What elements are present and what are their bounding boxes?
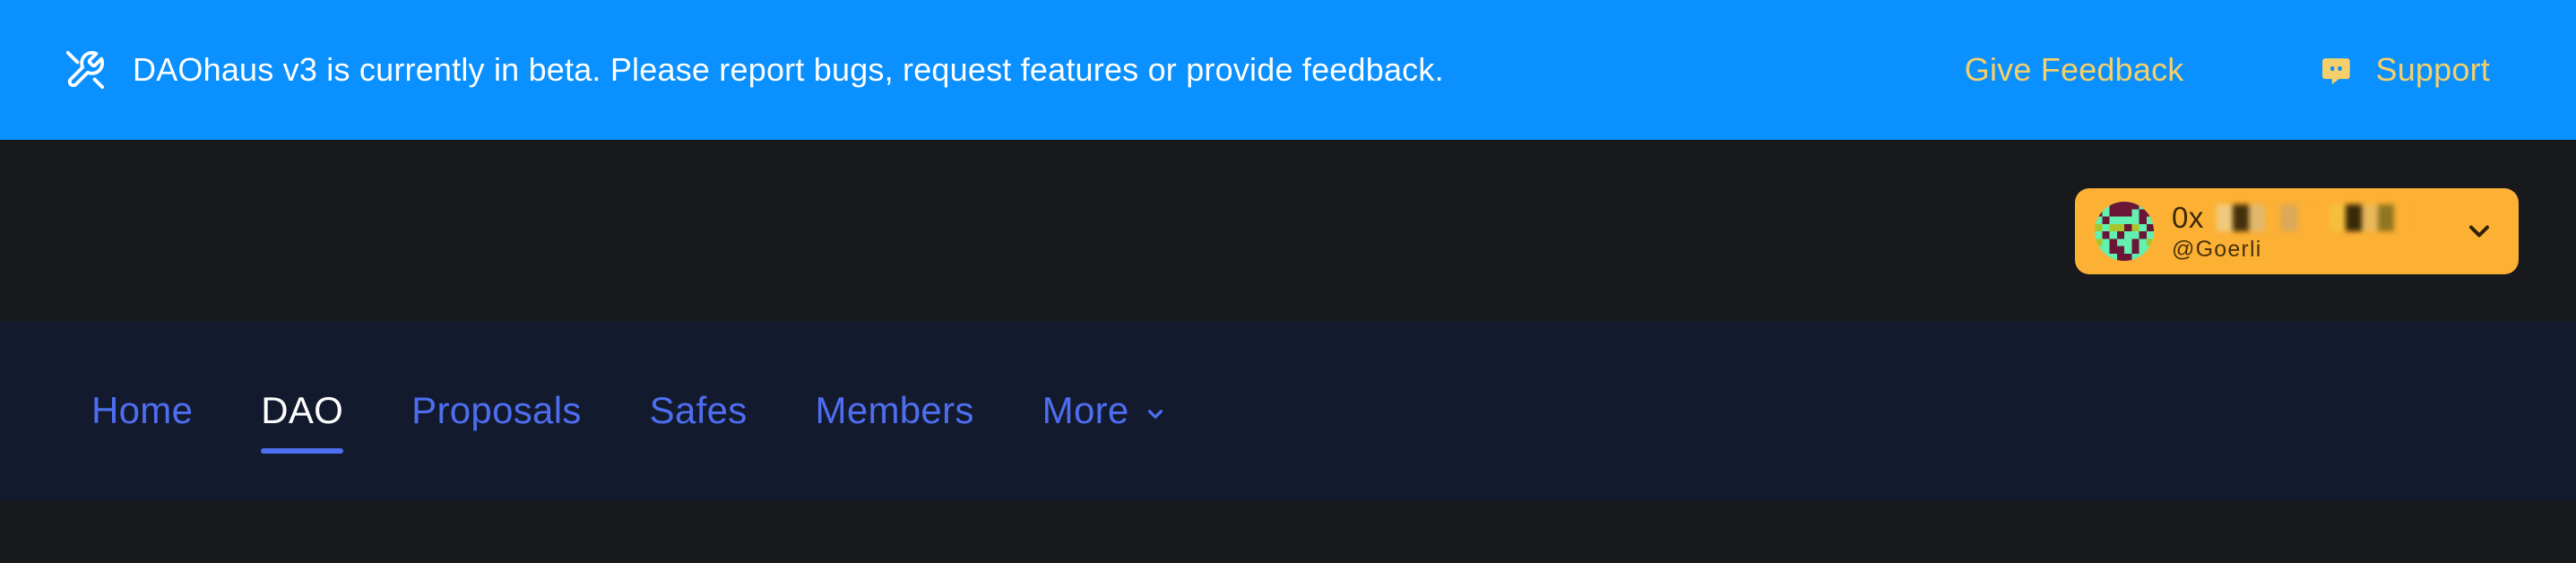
nav-item-dao[interactable]: DAO (227, 321, 377, 500)
nav-item-label: Home (91, 389, 194, 431)
banner-message-group: DAOhaus v3 is currently in beta. Please … (65, 49, 1444, 91)
wallet-network-label: @Goerli (2172, 236, 2262, 262)
nav-item-safes[interactable]: Safes (616, 321, 782, 500)
give-feedback-link[interactable]: Give Feedback (1965, 51, 2184, 89)
wallet-connect-chip[interactable]: 0x @Goerli (2075, 188, 2519, 274)
banner-actions: Give Feedback Support (1965, 0, 2490, 140)
wallet-address-prefix: 0x (2172, 200, 2204, 234)
blockie-avatar (2095, 202, 2154, 261)
chevron-down-icon[interactable] (2463, 215, 2495, 247)
chevron-down-icon (1147, 410, 1163, 419)
discord-icon (2321, 58, 2350, 85)
nav-item-label: Safes (649, 389, 748, 431)
nav-item-label: DAO (261, 389, 344, 431)
nav-item-more[interactable]: More (1008, 321, 1201, 500)
nav-item-label: Proposals (411, 389, 582, 431)
nav-item-list: Home DAO Proposals Safes Members More (57, 321, 1201, 500)
wallet-details: 0x @Goerli (2172, 201, 2463, 263)
page-content-area (0, 500, 2576, 563)
nav-item-label: More (1042, 389, 1129, 431)
nav-item-proposals[interactable]: Proposals (377, 321, 615, 500)
primary-nav: Home DAO Proposals Safes Members More (0, 321, 2576, 500)
wallet-address-row: 0x (2172, 201, 2463, 235)
nav-item-home[interactable]: Home (57, 321, 227, 500)
wallet-address-redacted (2216, 204, 2410, 231)
nav-item-members[interactable]: Members (782, 321, 1008, 500)
support-link[interactable]: Support (2319, 51, 2491, 89)
beta-banner: DAOhaus v3 is currently in beta. Please … (0, 0, 2576, 140)
banner-message: DAOhaus v3 is currently in beta. Please … (133, 51, 1444, 88)
app-header: 0x @Goerli (0, 140, 2576, 321)
tools-icon (65, 50, 105, 90)
nav-item-label: Members (815, 389, 974, 431)
support-label: Support (2375, 51, 2490, 88)
